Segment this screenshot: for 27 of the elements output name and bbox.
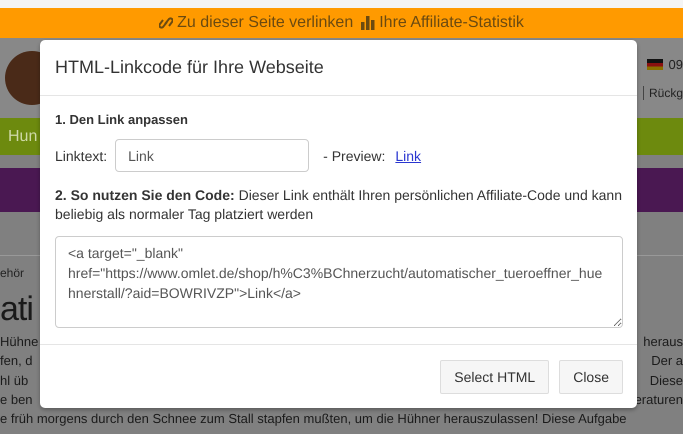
page-heading: ati bbox=[0, 289, 33, 330]
paragraph-text: fen, d bbox=[0, 353, 33, 370]
paragraph-text: Diese bbox=[650, 372, 683, 390]
paragraph-text: heraus bbox=[643, 334, 683, 351]
modal-title: HTML-Linkcode für Ihre Webseite bbox=[55, 57, 324, 78]
paragraph-text: Der a bbox=[651, 353, 683, 370]
header-text: 09 bbox=[668, 56, 683, 72]
link-icon bbox=[159, 15, 174, 31]
dialog-button[interactable]: Close bbox=[559, 360, 623, 394]
step-heading: 1. Den Link anpassen bbox=[55, 112, 189, 127]
field-label: Linktext: bbox=[55, 148, 108, 164]
breadcrumb[interactable]: ehör bbox=[0, 266, 24, 280]
flag-icon bbox=[646, 58, 663, 70]
paragraph-text: e ben bbox=[0, 392, 33, 409]
code-textarea[interactable]: <a target="_blank" href="https://www.omlet.de/shop/h%C3%BChnerzucht/automatischer_tueroeffner_huehnerstall/?aid=BOWRIVZP">Link</a> bbox=[55, 236, 623, 328]
paragraph-text: e früh morgens durch den Schnee zum Stall stapfen mußten, um die Hühner herauszulassen! Diese Aufgabe bbox=[0, 411, 627, 428]
paragraph-text: Hühne bbox=[0, 334, 38, 351]
header-link[interactable]: Rückg bbox=[642, 86, 683, 100]
top-bar-link[interactable]: Ihre Affiliate-Statistik bbox=[361, 14, 524, 32]
top-bar-link[interactable]: Zu dieser Seite verlinken bbox=[159, 14, 354, 32]
dialog-button[interactable]: Select HTML bbox=[440, 360, 550, 394]
instruction-text: 2. So nutzen Sie den Code: Dieser Link enthält Ihren persönlichen Affiliate-Code und kann beliebig als normaler Tag platziert werden bbox=[55, 186, 622, 224]
bar-chart-icon bbox=[361, 16, 376, 30]
preview-label: - Preview: bbox=[323, 148, 386, 164]
preview-link[interactable]: Link bbox=[395, 148, 422, 164]
link-text-field[interactable]: Link bbox=[115, 139, 310, 172]
paragraph-text: hl üb bbox=[0, 372, 28, 390]
